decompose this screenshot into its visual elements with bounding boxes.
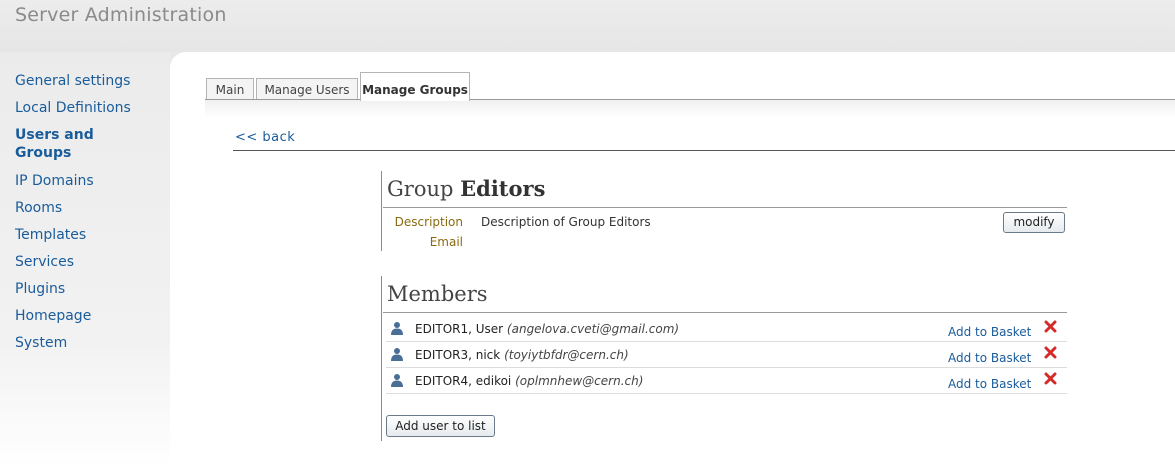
group-title: Group Editors [387, 176, 545, 201]
group-title-divider [383, 207, 1067, 208]
back-link[interactable]: << back [235, 130, 295, 145]
description-value: Description of Group Editors [481, 215, 651, 229]
member-info: EDITOR3, nick (toyiytbfdr@cern.ch) [415, 348, 629, 362]
sidebar-item-plugins[interactable]: Plugins [15, 280, 65, 298]
header-bar: Server Administration [0, 0, 1175, 52]
user-icon [391, 374, 403, 387]
sidebar-item-ip-domains[interactable]: IP Domains [15, 172, 94, 190]
members-title-divider [383, 312, 1067, 313]
tab-main[interactable]: Main [206, 78, 254, 100]
member-info: EDITOR1, User (angelova.cveti@gmail.com) [415, 322, 679, 336]
member-name: EDITOR4, edikoi [415, 374, 512, 388]
sidebar-item-services[interactable]: Services [15, 253, 74, 271]
tab-bar-shadow [205, 100, 1175, 118]
description-label: Description [394, 215, 463, 229]
remove-icon[interactable] [1044, 372, 1057, 385]
sidebar-item-rooms[interactable]: Rooms [15, 199, 62, 217]
sidebar-item-system[interactable]: System [15, 334, 67, 352]
sidebar-item-local-definitions[interactable]: Local Definitions [15, 99, 131, 117]
sidebar-item-users-and-groups[interactable]: Users and Groups [15, 126, 125, 162]
add-to-basket-link[interactable]: Add to Basket [948, 325, 1031, 339]
add-to-basket-link[interactable]: Add to Basket [948, 377, 1031, 391]
sidebar-item-general-settings[interactable]: General settings [15, 72, 130, 90]
group-title-prefix: Group [387, 177, 454, 201]
app-title: Server Administration [15, 4, 227, 26]
back-divider [233, 150, 1175, 151]
user-icon [391, 322, 403, 335]
add-to-basket-link[interactable]: Add to Basket [948, 351, 1031, 365]
sidebar: General settings Local Definitions Users… [0, 52, 170, 468]
tab-manage-groups[interactable]: Manage Groups [360, 72, 470, 101]
member-email: (angelova.cveti@gmail.com) [506, 322, 680, 336]
remove-icon[interactable] [1044, 320, 1057, 333]
member-name: EDITOR3, nick [415, 348, 501, 362]
member-row: EDITOR1, User (angelova.cveti@gmail.com)… [386, 315, 1067, 342]
member-row: EDITOR3, nick (toyiytbfdr@cern.ch) Add t… [386, 341, 1067, 368]
modify-button[interactable]: modify [1003, 212, 1065, 233]
add-user-button[interactable]: Add user to list [386, 415, 495, 437]
tab-manage-users[interactable]: Manage Users [256, 78, 358, 100]
member-name: EDITOR1, User [415, 322, 504, 336]
member-info: EDITOR4, edikoi (oplmnhew@cern.ch) [415, 374, 643, 388]
member-email: (toyiytbfdr@cern.ch) [504, 348, 629, 362]
email-label: Email [429, 235, 463, 249]
member-email: (oplmnhew@cern.ch) [515, 374, 644, 388]
sidebar-item-homepage[interactable]: Homepage [15, 307, 91, 325]
sidebar-item-templates[interactable]: Templates [15, 226, 86, 244]
group-name: Editors [460, 176, 546, 201]
tab-bar-line [205, 99, 1175, 100]
user-icon [391, 348, 403, 361]
group-section-border [381, 171, 382, 251]
members-title: Members [387, 282, 488, 306]
remove-icon[interactable] [1044, 346, 1057, 359]
member-row: EDITOR4, edikoi (oplmnhew@cern.ch) Add t… [386, 367, 1067, 394]
members-section-border [381, 276, 382, 441]
